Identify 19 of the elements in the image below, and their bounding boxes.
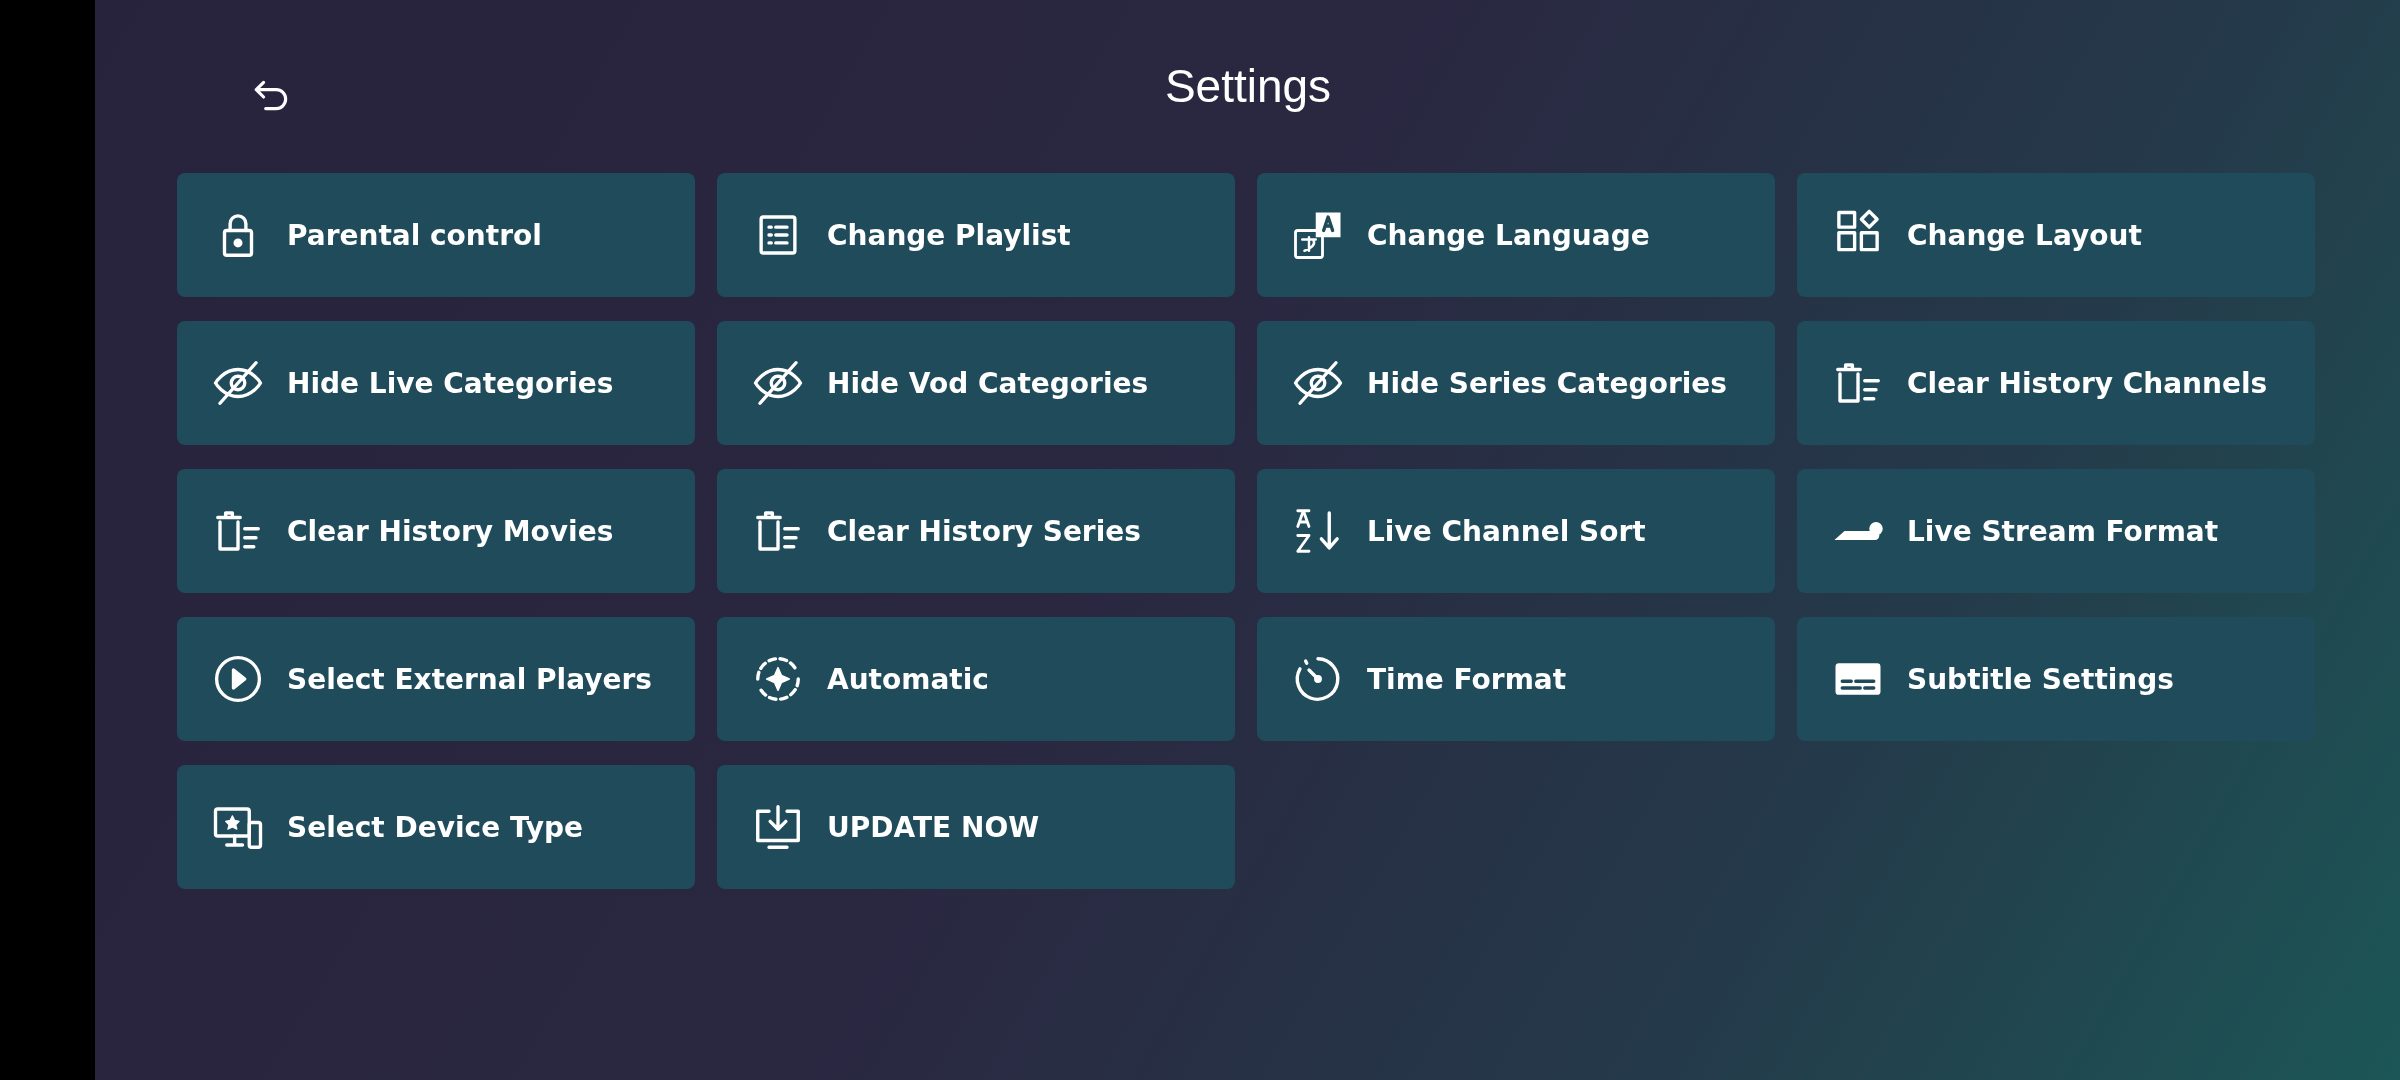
settings-button[interactable]: Change Language <box>1257 173 1775 297</box>
settings-button[interactable]: UPDATE NOW <box>717 765 1235 889</box>
settings-button[interactable]: Live Channel Sort <box>1257 469 1775 593</box>
settings-button[interactable]: Change Layout <box>1797 173 2315 297</box>
settings-button[interactable]: Live Stream Format <box>1797 469 2315 593</box>
page-title: Settings <box>1164 58 1332 113</box>
settings-button[interactable]: Select External Players <box>177 617 695 741</box>
settings-button[interactable]: Subtitle Settings <box>1797 617 2315 741</box>
settings-button[interactable]: Change Playlist <box>717 173 1235 297</box>
settings-button[interactable]: Clear History Series <box>717 469 1235 593</box>
settings-button[interactable]: Time Format <box>1257 617 1775 741</box>
settings-button[interactable]: Clear History Movies <box>177 469 695 593</box>
settings-button[interactable]: Select Device Type <box>177 765 695 889</box>
settings-button[interactable]: Hide Vod Categories <box>717 321 1235 445</box>
settings-button[interactable]: Hide Live Categories <box>177 321 695 445</box>
settings-button[interactable]: Parental control <box>177 173 695 297</box>
settings-button[interactable]: Hide Series Categories <box>1257 321 1775 445</box>
settings-button[interactable]: Automatic <box>717 617 1235 741</box>
settings-button[interactable]: Clear History Channels <box>1797 321 2315 445</box>
